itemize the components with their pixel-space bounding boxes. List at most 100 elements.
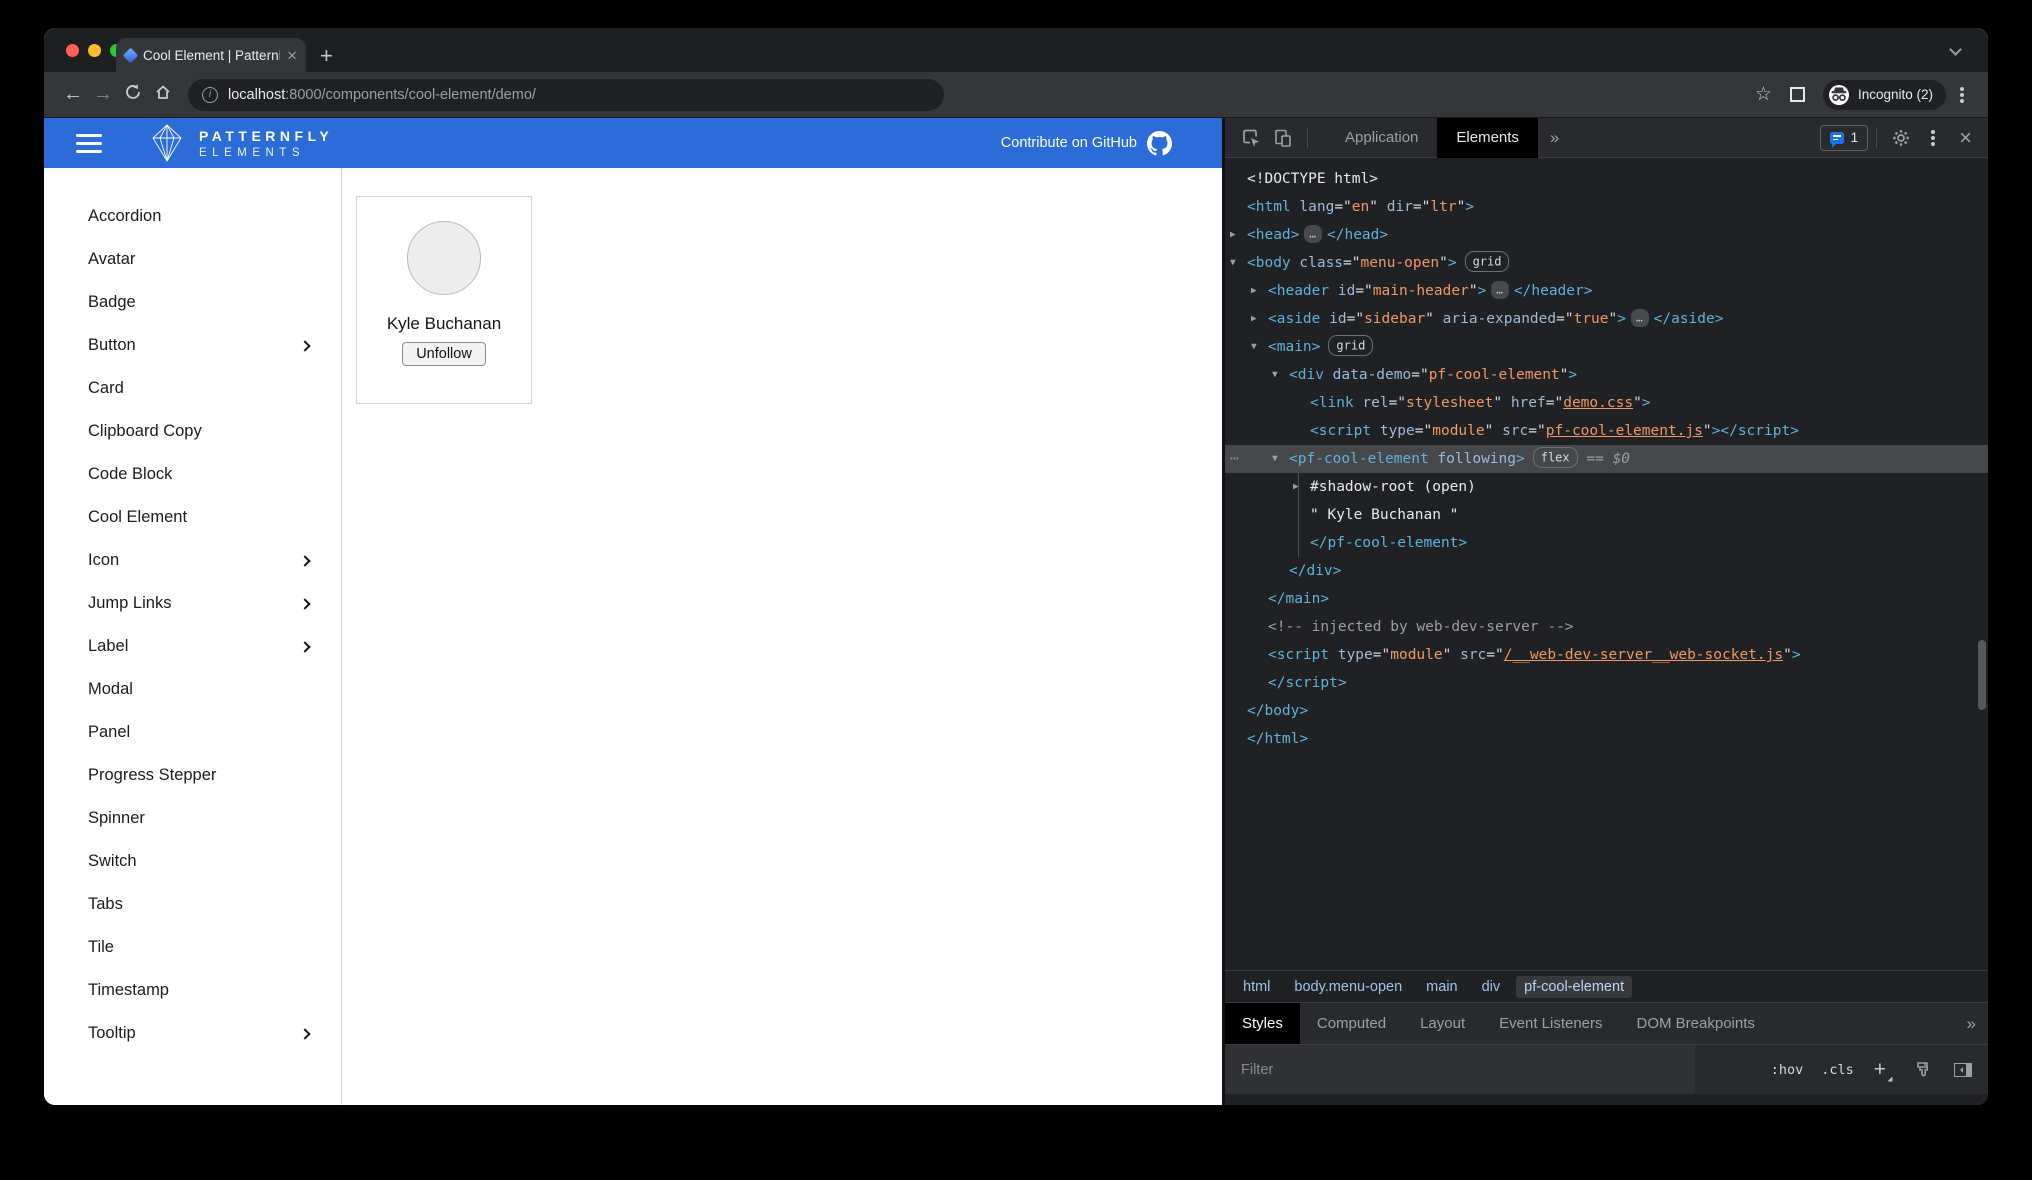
- sidebar-item-icon[interactable]: Icon: [44, 539, 341, 582]
- devtools-menu-kebab-icon[interactable]: [1917, 122, 1949, 154]
- site-info-icon[interactable]: i: [202, 87, 218, 103]
- dock-side-icon[interactable]: [1954, 1063, 1972, 1077]
- new-style-rule-button[interactable]: +: [1874, 1059, 1886, 1080]
- toggle--cls[interactable]: .cls: [1821, 1062, 1854, 1078]
- sidebar-item-tooltip[interactable]: Tooltip: [44, 1012, 341, 1055]
- sidebar-item-code-block[interactable]: Code Block: [44, 453, 341, 496]
- dom-tree-row[interactable]: </div>: [1225, 557, 1988, 585]
- resource-link[interactable]: /__web-dev-server__web-socket.js: [1504, 647, 1783, 663]
- url-field[interactable]: i localhost:8000/components/cool-element…: [188, 79, 944, 111]
- panel-tab-computed[interactable]: Computed: [1300, 1003, 1403, 1045]
- dom-tree-row[interactable]: <!-- injected by web-dev-server -->: [1225, 613, 1988, 641]
- triangle-collapsed-icon[interactable]: ▶: [1293, 473, 1299, 501]
- sidebar-item-button[interactable]: Button: [44, 324, 341, 367]
- panel-tab-event-listeners[interactable]: Event Listeners: [1482, 1003, 1619, 1045]
- sidebar-item-tile[interactable]: Tile: [44, 926, 341, 969]
- brand[interactable]: PATTERNFLY ELEMENTS: [148, 122, 333, 164]
- dom-tree-row[interactable]: ▶#shadow-root (open): [1225, 473, 1988, 501]
- ellipsis-chip[interactable]: …: [1491, 281, 1509, 299]
- breadcrumb-pf-cool-element[interactable]: pf-cool-element: [1516, 976, 1632, 998]
- panel-tab-layout[interactable]: Layout: [1403, 1003, 1482, 1045]
- devtools-close-icon[interactable]: ×: [1959, 127, 1972, 149]
- devtools-tab-application[interactable]: Application: [1326, 118, 1437, 158]
- breadcrumb-div[interactable]: div: [1482, 979, 1501, 995]
- resource-link[interactable]: demo.css: [1563, 395, 1633, 411]
- triangle-collapsed-icon[interactable]: ▶: [1251, 305, 1257, 333]
- sidebar-item-tabs[interactable]: Tabs: [44, 883, 341, 926]
- dom-tree-row[interactable]: ⋯▼<pf-cool-element following>flex == $0: [1225, 445, 1988, 473]
- ellipsis-chip[interactable]: …: [1631, 309, 1649, 327]
- dom-tree-row[interactable]: <script type="module" src="/__web-dev-se…: [1225, 641, 1988, 669]
- styles-filter-input[interactable]: [1225, 1045, 1695, 1095]
- sidebar-item-accordion[interactable]: Accordion: [44, 195, 341, 238]
- sidebar-item-avatar[interactable]: Avatar: [44, 238, 341, 281]
- new-tab-button[interactable]: +: [320, 45, 333, 67]
- triangle-collapsed-icon[interactable]: ▶: [1230, 221, 1236, 249]
- dom-tree-row[interactable]: " Kyle Buchanan ": [1225, 501, 1988, 529]
- contribute-github-link[interactable]: Contribute on GitHub: [1001, 131, 1172, 156]
- back-icon[interactable]: ←: [58, 83, 88, 106]
- triangle-collapsed-icon[interactable]: ▶: [1251, 277, 1257, 305]
- sidebar-item-label[interactable]: Label: [44, 625, 341, 668]
- dom-tree-row[interactable]: <html lang="en" dir="ltr">: [1225, 193, 1988, 221]
- tab-close-icon[interactable]: ×: [287, 47, 297, 64]
- dom-tree-row[interactable]: </pf-cool-element>: [1225, 529, 1988, 557]
- close-window-button[interactable]: [66, 44, 79, 57]
- dom-tree-row[interactable]: <link rel="stylesheet" href="demo.css">: [1225, 389, 1988, 417]
- sidebar-item-badge[interactable]: Badge: [44, 281, 341, 324]
- browser-tab[interactable]: Cool Element | PatternFly Elem ×: [116, 38, 306, 72]
- dom-tree-row[interactable]: ▼<main>grid: [1225, 333, 1988, 361]
- devtools-tab-elements[interactable]: Elements: [1437, 118, 1538, 158]
- devtools-settings-gear-icon[interactable]: [1885, 122, 1917, 154]
- unfollow-button[interactable]: Unfollow: [402, 342, 486, 366]
- dom-tree-row[interactable]: ▶<head>…</head>: [1225, 221, 1988, 249]
- console-messages-badge[interactable]: 1: [1820, 125, 1869, 151]
- tab-search-chevron-icon[interactable]: [1949, 43, 1962, 56]
- more-tabs-chevrons[interactable]: »: [1550, 128, 1559, 148]
- sidebar-item-panel[interactable]: Panel: [44, 711, 341, 754]
- sidebar-item-spinner[interactable]: Spinner: [44, 797, 341, 840]
- forward-icon[interactable]: →: [88, 83, 118, 106]
- dom-tree-row[interactable]: </html>: [1225, 725, 1988, 753]
- sidebar-item-clipboard-copy[interactable]: Clipboard Copy: [44, 410, 341, 453]
- dom-tree-row[interactable]: </script>: [1225, 669, 1988, 697]
- sidebar-item-jump-links[interactable]: Jump Links: [44, 582, 341, 625]
- dom-tree-row[interactable]: <script type="module" src="pf-cool-eleme…: [1225, 417, 1988, 445]
- sidebar-item-cool-element[interactable]: Cool Element: [44, 496, 341, 539]
- triangle-expanded-icon[interactable]: ▼: [1251, 333, 1257, 361]
- breadcrumb-body-menu-open[interactable]: body.menu-open: [1294, 979, 1402, 995]
- dom-tree-row[interactable]: </body>: [1225, 697, 1988, 725]
- minimize-window-button[interactable]: [88, 44, 101, 57]
- triangle-expanded-icon[interactable]: ▼: [1272, 361, 1278, 389]
- device-toolbar-icon[interactable]: [1267, 122, 1299, 154]
- sidebar-item-modal[interactable]: Modal: [44, 668, 341, 711]
- reload-icon[interactable]: [118, 83, 148, 107]
- dom-tree-row[interactable]: </main>: [1225, 585, 1988, 613]
- hamburger-menu-icon[interactable]: [76, 134, 102, 153]
- side-panel-icon[interactable]: [1790, 87, 1805, 102]
- panel-tab-dom-breakpoints[interactable]: DOM Breakpoints: [1620, 1003, 1772, 1045]
- ellipsis-chip[interactable]: …: [1304, 225, 1322, 243]
- panel-more-tabs-chevrons[interactable]: »: [1967, 1014, 1976, 1034]
- dom-tree-row[interactable]: ▼<body class="menu-open">grid: [1225, 249, 1988, 277]
- sidebar-item-timestamp[interactable]: Timestamp: [44, 969, 341, 1012]
- bookmark-star-icon[interactable]: ☆: [1755, 83, 1772, 106]
- rendering-brush-icon[interactable]: [1906, 1054, 1938, 1086]
- breadcrumb-main[interactable]: main: [1426, 979, 1457, 995]
- home-icon[interactable]: [148, 83, 178, 107]
- dom-tree-row[interactable]: ▼<div data-demo="pf-cool-element">: [1225, 361, 1988, 389]
- dom-tree-row[interactable]: ▶<aside id="sidebar" aria-expanded="true…: [1225, 305, 1988, 333]
- triangle-expanded-icon[interactable]: ▼: [1272, 445, 1278, 473]
- toggle--hov[interactable]: :hov: [1771, 1062, 1804, 1078]
- triangle-expanded-icon[interactable]: ▼: [1230, 249, 1236, 277]
- panel-tab-styles[interactable]: Styles: [1225, 1003, 1300, 1045]
- sidebar-item-switch[interactable]: Switch: [44, 840, 341, 883]
- dom-tree-row[interactable]: ▶<header id="main-header">…</header>: [1225, 277, 1988, 305]
- sidebar-item-progress-stepper[interactable]: Progress Stepper: [44, 754, 341, 797]
- browser-menu-kebab-icon[interactable]: [1960, 93, 1964, 97]
- resource-link[interactable]: pf-cool-element.js: [1546, 423, 1703, 439]
- breadcrumb-html[interactable]: html: [1243, 979, 1270, 995]
- sidebar-item-card[interactable]: Card: [44, 367, 341, 410]
- inspect-element-icon[interactable]: [1235, 122, 1267, 154]
- row-ellipsis-menu[interactable]: ⋯: [1230, 445, 1240, 473]
